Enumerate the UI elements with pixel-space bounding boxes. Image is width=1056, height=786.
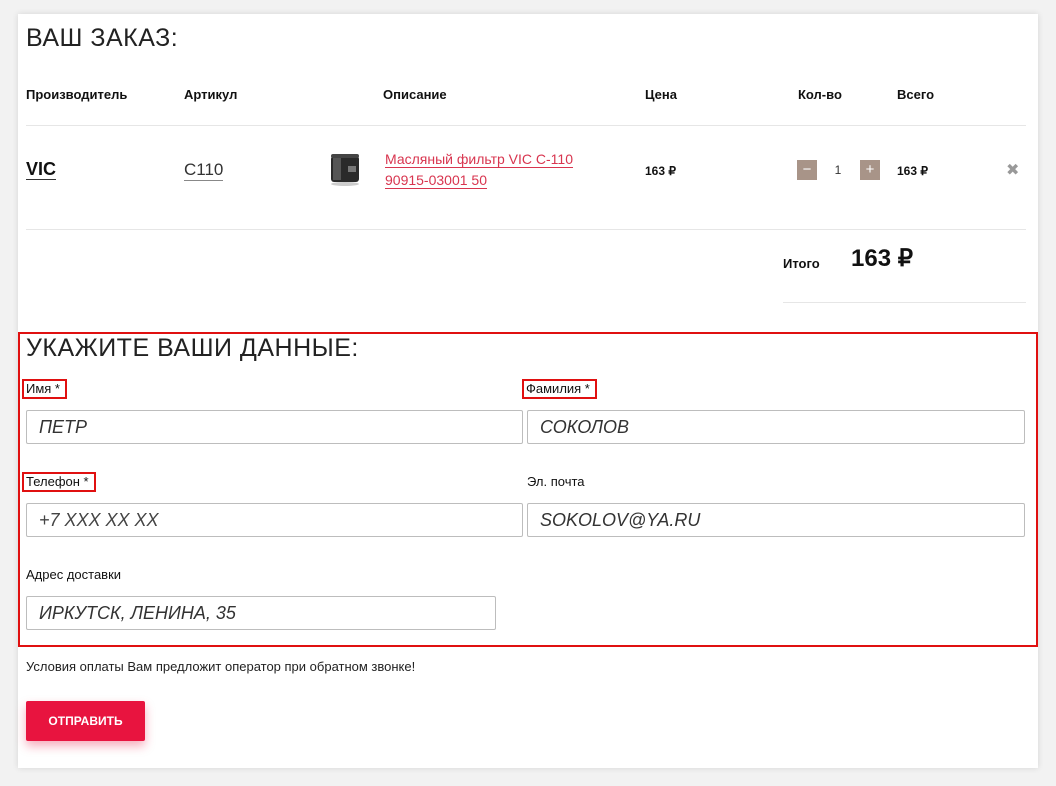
item-price: 163 ₽ bbox=[645, 164, 676, 178]
qty-decrease-button[interactable]: − bbox=[797, 160, 817, 180]
total-value: 163 ₽ bbox=[851, 245, 913, 272]
last-name-label: Фамилия * bbox=[522, 379, 597, 399]
article-link[interactable]: C110 bbox=[184, 160, 224, 181]
form-title: УКАЖИТЕ ВАШИ ДАННЫЕ: bbox=[26, 334, 359, 362]
col-price: Цена bbox=[645, 87, 677, 102]
col-total: Всего bbox=[897, 87, 935, 102]
order-title: ВАШ ЗАКАЗ: bbox=[26, 24, 179, 52]
last-name-input[interactable]: СОКОЛОВ bbox=[527, 410, 1025, 444]
phone-label: Телефон * bbox=[22, 472, 96, 492]
email-label: Эл. почта bbox=[527, 474, 585, 489]
submit-button[interactable]: ОТПРАВИТЬ bbox=[26, 701, 145, 741]
payment-note: Условия оплаты Вам предложит оператор пр… bbox=[26, 659, 416, 674]
total-label: Итого bbox=[783, 256, 820, 271]
qty-input[interactable]: 1 bbox=[818, 160, 858, 180]
divider bbox=[26, 229, 1026, 230]
remove-icon[interactable]: ✖ bbox=[1006, 160, 1019, 180]
col-description: Описание bbox=[383, 87, 447, 102]
product-image[interactable] bbox=[328, 152, 362, 188]
brand-link[interactable]: VIC bbox=[26, 159, 57, 180]
order-panel: ВАШ ЗАКАЗ: Производитель Артикул Описани… bbox=[18, 14, 1038, 768]
email-input[interactable]: SOKOLOV@YA.RU bbox=[527, 503, 1025, 537]
col-manufacturer: Производитель bbox=[26, 87, 128, 102]
phone-input[interactable]: +7 XXX XX XX bbox=[26, 503, 523, 537]
divider bbox=[783, 302, 1026, 303]
divider bbox=[26, 125, 1026, 126]
address-label: Адрес доставки bbox=[26, 567, 122, 582]
col-article: Артикул bbox=[184, 87, 238, 102]
col-quantity: Кол-во bbox=[798, 87, 842, 102]
first-name-input[interactable]: ПЕТР bbox=[26, 410, 523, 444]
first-name-label: Имя * bbox=[22, 379, 67, 399]
item-total: 163 ₽ bbox=[897, 164, 928, 178]
product-description-link[interactable]: Масляный фильтр VIC C-110 90915-03001 50 bbox=[385, 149, 615, 191]
address-input[interactable]: ИРКУТСК, ЛЕНИНА, 35 bbox=[26, 596, 496, 630]
qty-increase-button[interactable]: + bbox=[860, 160, 880, 180]
